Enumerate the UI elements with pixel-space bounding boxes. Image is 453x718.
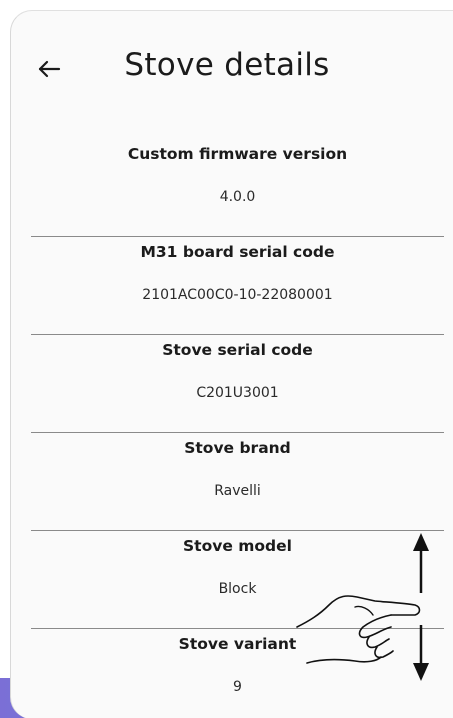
detail-value: 2101AC00C0-10-22080001 <box>142 287 333 303</box>
detail-row-stove-model: Stove model Block <box>31 531 444 629</box>
details-list: Custom firmware version 4.0.0 M31 board … <box>31 139 444 718</box>
detail-value: C201U3001 <box>196 385 279 401</box>
detail-value: 9 <box>233 679 242 695</box>
detail-label: Stove brand <box>184 439 291 457</box>
detail-label: Custom firmware version <box>127 145 348 163</box>
detail-label: Stove model <box>183 537 292 555</box>
detail-value: 4.0.0 <box>219 189 256 205</box>
detail-row-stove-serial: Stove serial code C201U3001 <box>31 335 444 433</box>
detail-label: Stove serial code <box>162 341 313 359</box>
detail-row-board-serial: M31 board serial code 2101AC00C0-10-2208… <box>31 237 444 335</box>
detail-value: Ravelli <box>214 483 261 499</box>
detail-value: Block <box>218 581 257 597</box>
stove-details-screen: Stove details Custom firmware version 4.… <box>10 10 453 718</box>
app-frame: Stove details Custom firmware version 4.… <box>0 0 453 718</box>
detail-row-stove-variant: Stove variant 9 <box>31 629 444 718</box>
detail-label: Stove variant <box>178 635 297 653</box>
detail-row-firmware-version: Custom firmware version 4.0.0 <box>31 139 444 237</box>
page-title: Stove details <box>124 47 330 83</box>
detail-row-stove-brand: Stove brand Ravelli <box>31 433 444 531</box>
detail-label: M31 board serial code <box>140 243 335 261</box>
